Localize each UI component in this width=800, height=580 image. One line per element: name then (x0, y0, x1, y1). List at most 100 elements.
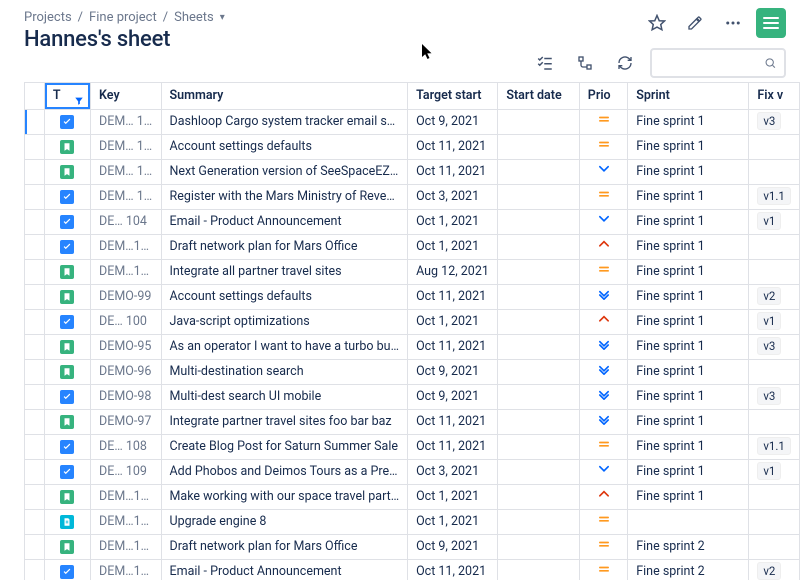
cell-target-start[interactable]: Oct 3, 2021 (408, 185, 498, 210)
row-handle[interactable] (25, 560, 45, 580)
cell-type[interactable] (44, 410, 90, 435)
cell-summary[interactable]: Dashloop Cargo system tracker email setu… (161, 110, 408, 135)
cell-start-date[interactable] (498, 235, 579, 260)
table-row[interactable]: DEM…102Integrate all partner travel site… (25, 260, 800, 285)
table-row[interactable]: DEMO-96Multi-destination searchOct 9, 20… (25, 360, 800, 385)
row-handle[interactable] (25, 485, 45, 510)
cell-priority[interactable] (579, 385, 627, 410)
cell-priority[interactable] (579, 510, 627, 535)
col-key[interactable]: Key (91, 83, 161, 110)
row-handle[interactable] (25, 285, 45, 310)
refresh-icon[interactable] (610, 48, 640, 78)
table-row[interactable]: DEM… 121Account settings defaultsOct 11,… (25, 135, 800, 160)
cell-key[interactable]: DE… 100 (91, 310, 161, 335)
row-handle[interactable] (25, 385, 45, 410)
cell-type[interactable] (44, 485, 90, 510)
cell-summary[interactable]: Draft network plan for Mars Office (161, 535, 408, 560)
cell-sprint[interactable]: Fine sprint 2 (628, 560, 749, 580)
table-row[interactable]: DEMO-98Multi-dest search UI mobileOct 9,… (25, 385, 800, 410)
cell-priority[interactable] (579, 110, 627, 135)
cell-priority[interactable] (579, 260, 627, 285)
cell-type[interactable] (44, 310, 90, 335)
cell-key[interactable]: DEM… 121 (91, 135, 161, 160)
cell-start-date[interactable] (498, 185, 579, 210)
cell-type[interactable] (44, 460, 90, 485)
cell-target-start[interactable]: Oct 1, 2021 (408, 235, 498, 260)
cell-priority[interactable] (579, 360, 627, 385)
cell-type[interactable] (44, 510, 90, 535)
table-row[interactable]: DE… 104Email - Product AnnouncementOct 1… (25, 210, 800, 235)
table-row[interactable]: DEM… 111Dashloop Cargo system tracker em… (25, 110, 800, 135)
table-row[interactable]: DE… 108Create Blog Post for Saturn Summe… (25, 435, 800, 460)
cell-fix[interactable] (749, 535, 800, 560)
chevron-down-icon[interactable]: ▾ (220, 12, 225, 23)
cell-type[interactable] (44, 185, 90, 210)
cell-fix[interactable]: v1 (749, 460, 800, 485)
cell-sprint[interactable]: Fine sprint 1 (628, 160, 749, 185)
cell-sprint[interactable]: Fine sprint 1 (628, 210, 749, 235)
cell-target-start[interactable]: Oct 9, 2021 (408, 110, 498, 135)
cell-summary[interactable]: Integrate partner travel sites foo bar b… (161, 410, 408, 435)
cell-sprint[interactable]: Fine sprint 1 (628, 485, 749, 510)
row-handle[interactable] (25, 535, 45, 560)
more-icon[interactable] (718, 8, 748, 38)
checklist-icon[interactable] (530, 48, 560, 78)
cell-type[interactable] (44, 160, 90, 185)
row-handle[interactable] (25, 160, 45, 185)
cell-start-date[interactable] (498, 485, 579, 510)
table-row[interactable]: DEMO-97Integrate partner travel sites fo… (25, 410, 800, 435)
row-handle[interactable] (25, 360, 45, 385)
cell-target-start[interactable]: Oct 11, 2021 (408, 435, 498, 460)
breadcrumb-projects[interactable]: Projects (24, 10, 72, 25)
cell-summary[interactable]: Draft network plan for Mars Office (161, 235, 408, 260)
app-logo-icon[interactable] (756, 8, 786, 38)
cell-summary[interactable]: Upgrade engine 8 (161, 510, 408, 535)
table-row[interactable]: DE… 100Java-script optimizationsOct 1, 2… (25, 310, 800, 335)
cell-type[interactable] (44, 535, 90, 560)
cell-fix[interactable]: v2 (749, 285, 800, 310)
cell-key[interactable]: DE… 108 (91, 435, 161, 460)
cell-start-date[interactable] (498, 160, 579, 185)
cell-type[interactable] (44, 210, 90, 235)
cell-target-start[interactable]: Oct 9, 2021 (408, 360, 498, 385)
row-handle[interactable] (25, 260, 45, 285)
cell-fix[interactable] (749, 485, 800, 510)
cell-target-start[interactable]: Oct 9, 2021 (408, 385, 498, 410)
cell-target-start[interactable]: Oct 1, 2021 (408, 210, 498, 235)
row-handle[interactable] (25, 235, 45, 260)
cell-key[interactable]: DE… 109 (91, 460, 161, 485)
cell-summary[interactable]: Java-script optimizations (161, 310, 408, 335)
cell-summary[interactable]: As an operator I want to have a turbo bu… (161, 335, 408, 360)
cell-sprint[interactable]: Fine sprint 1 (628, 185, 749, 210)
cell-priority[interactable] (579, 460, 627, 485)
cell-start-date[interactable] (498, 435, 579, 460)
cell-key[interactable]: DEM… 116 (91, 160, 161, 185)
cell-start-date[interactable] (498, 360, 579, 385)
cell-priority[interactable] (579, 535, 627, 560)
cell-key[interactable]: DEM…102 (91, 260, 161, 285)
col-target-start[interactable]: Target start (408, 83, 498, 110)
edit-icon[interactable] (680, 8, 710, 38)
row-handle[interactable] (25, 435, 45, 460)
cell-key[interactable]: DEM…174 (91, 510, 161, 535)
filter-icon[interactable] (74, 90, 84, 110)
hierarchy-icon[interactable] (570, 48, 600, 78)
cell-target-start[interactable]: Oct 11, 2021 (408, 135, 498, 160)
cell-fix[interactable] (749, 510, 800, 535)
cell-sprint[interactable] (628, 510, 749, 535)
cell-key[interactable]: DEMO-96 (91, 360, 161, 385)
cell-summary[interactable]: Email - Product Announcement (161, 560, 408, 580)
cell-priority[interactable] (579, 410, 627, 435)
cell-sprint[interactable]: Fine sprint 1 (628, 310, 749, 335)
cell-priority[interactable] (579, 485, 627, 510)
cell-target-start[interactable]: Oct 11, 2021 (408, 410, 498, 435)
cell-summary[interactable]: Add Phobos and Deimos Tours as a Prefe… (161, 460, 408, 485)
cell-target-start[interactable]: Oct 1, 2021 (408, 485, 498, 510)
table-row[interactable]: DEM… 116Next Generation version of SeeSp… (25, 160, 800, 185)
cell-sprint[interactable]: Fine sprint 1 (628, 460, 749, 485)
cell-start-date[interactable] (498, 535, 579, 560)
table-row[interactable]: DEM… 115Register with the Mars Ministry … (25, 185, 800, 210)
cell-start-date[interactable] (498, 560, 579, 580)
table-row[interactable]: DEMO-95As an operator I want to have a t… (25, 335, 800, 360)
breadcrumb-sheets[interactable]: Sheets (174, 10, 214, 25)
